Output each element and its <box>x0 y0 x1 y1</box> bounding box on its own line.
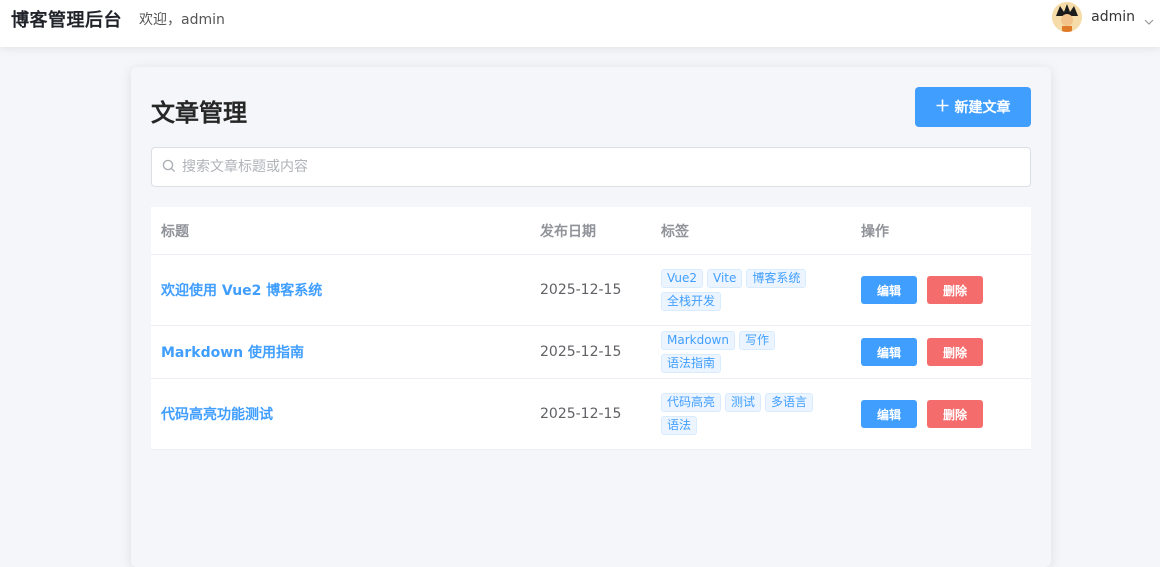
column-title: 标题 <box>161 223 189 240</box>
table-row: Markdown 使用指南 2025-12-15 Markdown 写作 语法指… <box>151 326 1031 379</box>
tag-list: Markdown 写作 语法指南 <box>661 331 831 373</box>
tag[interactable]: 写作 <box>738 331 775 350</box>
tag[interactable]: 语法 <box>661 416 698 435</box>
publish-date: 2025-12-15 <box>540 344 622 360</box>
delete-button[interactable]: 删除 <box>927 338 983 366</box>
welcome-text: 欢迎，admin <box>139 12 225 28</box>
app-title: 博客管理后台 <box>11 10 122 31</box>
article-title-link[interactable]: Markdown 使用指南 <box>161 342 304 362</box>
tag[interactable]: 全栈开发 <box>661 292 722 311</box>
publish-date: 2025-12-15 <box>540 406 622 422</box>
table-header: 标题 发布日期 标签 操作 <box>151 207 1031 255</box>
delete-button[interactable]: 删除 <box>927 276 983 304</box>
tag[interactable]: 代码高亮 <box>661 393 722 412</box>
top-navbar: 博客管理后台 欢迎，admin admin <box>0 0 1160 47</box>
search-icon <box>162 158 176 177</box>
table-row: 欢迎使用 Vue2 博客系统 2025-12-15 Vue2 Vite 博客系统… <box>151 255 1031 326</box>
publish-date: 2025-12-15 <box>540 282 622 298</box>
article-management-card: 文章管理 新建文章 标题 发布日期 标签 操作 欢迎使用 Vue2 博客系统 2… <box>131 67 1051 567</box>
tag-list: Vue2 Vite 博客系统 全栈开发 <box>661 269 831 311</box>
column-tags: 标签 <box>661 223 689 240</box>
avatar[interactable] <box>1052 2 1083 32</box>
tag[interactable]: 语法指南 <box>661 354 722 373</box>
plus-icon <box>936 99 949 116</box>
tag[interactable]: 测试 <box>725 393 762 412</box>
new-article-label: 新建文章 <box>954 100 1011 116</box>
tag[interactable]: Vue2 <box>661 269 704 288</box>
search-input[interactable] <box>182 159 982 175</box>
article-table: 标题 发布日期 标签 操作 欢迎使用 Vue2 博客系统 2025-12-15 … <box>151 207 1031 450</box>
tag-list: 代码高亮 测试 多语言 语法 <box>661 393 831 435</box>
column-actions: 操作 <box>861 223 889 240</box>
row-actions: 编辑 删除 <box>861 338 983 366</box>
article-title-link[interactable]: 代码高亮功能测试 <box>161 404 273 424</box>
delete-button[interactable]: 删除 <box>927 400 983 428</box>
article-title-link[interactable]: 欢迎使用 Vue2 博客系统 <box>161 280 322 300</box>
username: admin <box>1091 9 1135 25</box>
chevron-down-icon[interactable] <box>1144 12 1154 25</box>
tag[interactable]: Markdown <box>661 331 735 350</box>
table-row: 代码高亮功能测试 2025-12-15 代码高亮 测试 多语言 语法 编辑 删除 <box>151 379 1031 450</box>
tag[interactable]: 博客系统 <box>746 269 807 288</box>
column-date: 发布日期 <box>540 223 596 240</box>
edit-button[interactable]: 编辑 <box>861 276 917 304</box>
tag[interactable]: Vite <box>707 269 743 288</box>
edit-button[interactable]: 编辑 <box>861 338 917 366</box>
search-box[interactable] <box>151 147 1031 187</box>
row-actions: 编辑 删除 <box>861 276 983 304</box>
row-actions: 编辑 删除 <box>861 400 983 428</box>
edit-button[interactable]: 编辑 <box>861 400 917 428</box>
new-article-button[interactable]: 新建文章 <box>915 87 1031 127</box>
page-title: 文章管理 <box>151 99 247 127</box>
user-menu[interactable]: admin <box>1052 2 1154 32</box>
tag[interactable]: 多语言 <box>765 393 814 412</box>
